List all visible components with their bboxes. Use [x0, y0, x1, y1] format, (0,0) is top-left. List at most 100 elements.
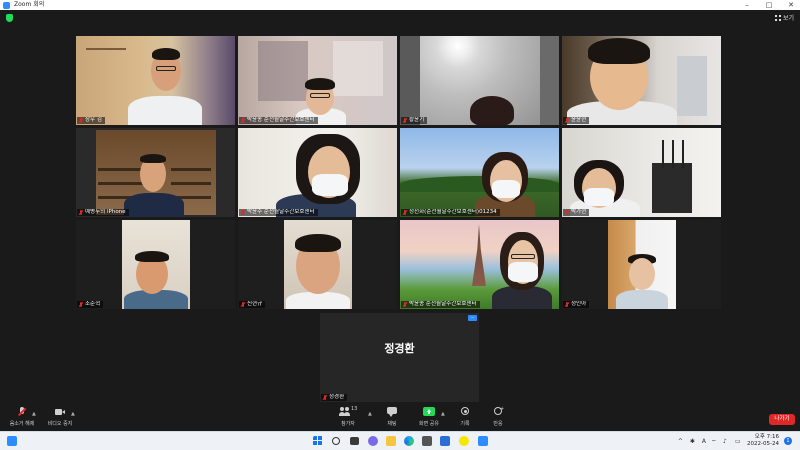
video-tile-1[interactable]: 상우 김	[76, 36, 235, 125]
chevron-up-icon[interactable]: ^	[678, 438, 685, 445]
participant-name: 상우 김	[85, 117, 102, 123]
speaker-icon[interactable]: ♪	[723, 438, 730, 445]
gallery-view-icon	[774, 14, 781, 21]
video-camera-icon	[54, 407, 66, 417]
edge-browser-icon[interactable]	[404, 436, 414, 446]
participant-name: 정선화(순천월달주간보호센터)01234	[409, 209, 497, 215]
participant-name: 정경환	[329, 394, 345, 400]
view-button[interactable]: 보기	[774, 13, 794, 22]
view-label: 보기	[782, 15, 794, 22]
store-icon[interactable]	[422, 436, 432, 446]
wifi-icon[interactable]: ⌔	[711, 438, 718, 446]
video-tile-11[interactable]: 박윤종 순천월달주간보호센터	[400, 220, 559, 309]
participant-name-label: 박가현	[563, 209, 590, 216]
window-titlebar: Zoom 회의 – □ ✕	[0, 0, 800, 10]
mic-muted-icon	[241, 209, 245, 216]
minimize-button[interactable]: –	[742, 0, 752, 10]
participant-name: 신현규	[247, 301, 263, 307]
mic-muted-icon	[79, 117, 83, 124]
mic-muted-icon	[403, 209, 407, 216]
video-tile-7[interactable]: 정선화(순천월달주간보호센터)01234	[400, 128, 559, 217]
share-screen-button[interactable]: 화면 공유	[409, 407, 449, 427]
reactions-button[interactable]: + 반응	[478, 406, 518, 427]
record-icon	[459, 407, 471, 417]
participant-name: 윤윤현	[571, 117, 587, 123]
participant-name: 예병두의 iPhone	[85, 209, 126, 215]
participant-name: 조준혁	[85, 301, 101, 307]
participant-name-label: 박윤종 순천월달주간보호센터	[401, 301, 480, 308]
leave-button[interactable]: 나가기	[769, 414, 795, 425]
security-shield-icon[interactable]	[6, 14, 13, 22]
chat-button[interactable]: 채팅	[372, 407, 412, 427]
participant-name-label: 황윤기	[401, 117, 428, 124]
video-tile-3[interactable]: 황윤기	[400, 36, 559, 125]
notification-badge[interactable]: 1	[784, 437, 792, 445]
battery-icon[interactable]: ▭	[735, 438, 742, 445]
video-tile-12[interactable]: 정인아	[562, 220, 721, 309]
mail-icon[interactable]	[440, 436, 450, 446]
unmute-button[interactable]: 음소거 해제	[2, 407, 42, 427]
video-tile-9[interactable]: 조준혁	[76, 220, 235, 309]
audio-options-caret-icon[interactable]: ▲	[32, 411, 36, 417]
stop-video-label: 비디오 중지	[47, 421, 73, 427]
more-options-icon[interactable]: ···	[468, 315, 477, 321]
participant-name-label: 조준혁	[77, 301, 104, 308]
participants-label: 참가자	[341, 421, 355, 427]
participant-name: 박윤주 순천월달주간보호센터	[247, 209, 315, 215]
mic-muted-icon	[403, 301, 407, 308]
participant-name-label: 윤윤현	[563, 117, 590, 124]
participant-name: 박윤종 순천월달주간보호센터	[409, 301, 477, 307]
widgets-icon[interactable]	[7, 436, 17, 446]
ime-language-indicator[interactable]: A	[702, 438, 706, 445]
zoom-logo-icon	[3, 1, 10, 9]
window-title: Zoom 회의	[14, 1, 45, 8]
video-tile-6[interactable]: 박윤주 순천월달주간보호센터	[238, 128, 397, 217]
windows-taskbar: ^ ✱ A ⌔ ♪ ▭ 오후 7:16 2022-05-24 1	[0, 431, 800, 450]
participant-name-label: 정선화(순천월달주간보호센터)01234	[401, 209, 500, 216]
participant-name-label: 박윤주 순천월달주간보호센터	[239, 209, 318, 216]
participants-icon: 13	[339, 406, 357, 417]
meeting-topbar: 보기	[0, 10, 800, 26]
taskbar-clock[interactable]: 오후 7:16 2022-05-24	[747, 434, 779, 448]
maximize-button[interactable]: □	[764, 0, 774, 10]
mic-muted-icon	[241, 301, 245, 308]
mic-muted-icon	[323, 394, 327, 401]
participant-name-label: 정경환	[321, 394, 348, 401]
clock-time: 오후 7:16	[754, 434, 779, 440]
stop-video-button[interactable]: 비디오 중지	[40, 407, 80, 427]
mic-muted-icon	[16, 407, 28, 417]
mic-muted-icon	[403, 117, 407, 124]
participant-name-label: 예병두의 iPhone	[77, 209, 129, 216]
participant-name-label: 박윤종 순천월달주간보호센터	[239, 117, 318, 124]
participant-avatar-name: 정경환	[384, 342, 415, 355]
file-explorer-icon[interactable]	[386, 436, 396, 446]
mic-muted-icon	[565, 117, 569, 124]
participant-name: 정인아	[571, 301, 587, 307]
participants-button[interactable]: 13 참가자	[328, 406, 368, 427]
video-tile-8[interactable]: 박가현	[562, 128, 721, 217]
zoom-app: Zoom 회의 – □ ✕ 보기 상우 김 박윤종 순천월달주간보호센터 황윤기…	[0, 0, 800, 450]
video-tile-5-active-speaker[interactable]: 예병두의 iPhone	[76, 128, 235, 217]
mic-muted-icon	[565, 301, 569, 308]
participant-name-label: 상우 김	[77, 117, 105, 124]
participant-name-label: 신현규	[239, 301, 266, 308]
video-tile-10[interactable]: 신현규	[238, 220, 397, 309]
teams-chat-icon[interactable]	[368, 436, 378, 446]
unmute-label: 음소거 해제	[9, 421, 35, 427]
mic-muted-icon	[565, 209, 569, 216]
windows-start-icon[interactable]	[313, 436, 323, 446]
kakaotalk-icon[interactable]	[459, 436, 469, 446]
chat-bubble-icon	[386, 407, 398, 417]
zoom-taskbar-icon[interactable]	[478, 436, 488, 446]
search-icon[interactable]	[332, 437, 340, 445]
bluetooth-icon[interactable]: ✱	[690, 438, 697, 445]
system-tray: ^ ✱ A ⌔ ♪ ▭ 오후 7:16 2022-05-24 1	[678, 434, 792, 448]
record-label: 기록	[460, 421, 470, 427]
video-options-caret-icon[interactable]: ▲	[71, 411, 75, 417]
video-tile-13-video-off[interactable]: 정경환 ··· 정경환	[320, 313, 479, 402]
task-view-icon[interactable]	[350, 437, 359, 445]
video-tile-2[interactable]: 박윤종 순천월달주간보호센터	[238, 36, 397, 125]
participant-name-label: 정인아	[563, 301, 590, 308]
close-button[interactable]: ✕	[786, 0, 796, 10]
video-tile-4[interactable]: 윤윤현	[562, 36, 721, 125]
